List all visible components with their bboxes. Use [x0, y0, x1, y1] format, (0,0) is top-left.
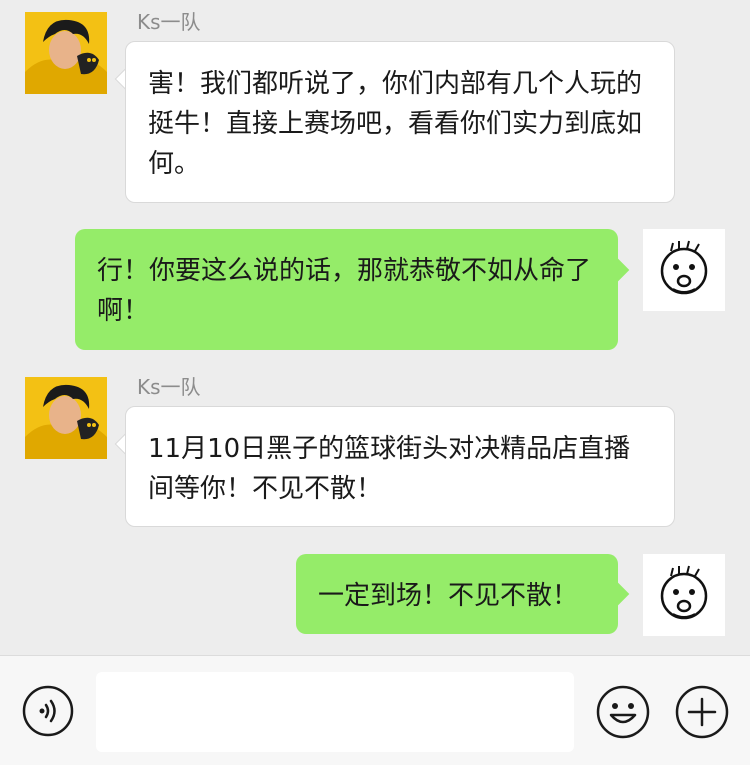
message-bubble-incoming[interactable]: 11月10日黑子的篮球街头对决精品店直播间等你！不见不散！ — [125, 406, 675, 527]
voice-icon — [22, 685, 74, 737]
anime-boy-avatar-icon — [25, 12, 107, 94]
emoji-icon — [596, 685, 650, 739]
message-input[interactable] — [96, 672, 574, 752]
emoji-button[interactable] — [596, 685, 650, 739]
message-bubble-outgoing[interactable]: 行！你要这么说的话，那就恭敬不如从命了啊！ — [75, 229, 618, 350]
my-avatar[interactable] — [643, 229, 725, 311]
anime-boy-avatar-icon — [25, 377, 107, 459]
sender-name: Ks一队 — [137, 375, 201, 399]
input-bar — [0, 655, 750, 765]
contact-avatar[interactable] — [25, 377, 107, 459]
voice-button[interactable] — [22, 685, 74, 737]
my-avatar[interactable] — [643, 554, 725, 636]
plus-icon — [675, 685, 729, 739]
chat-area: Ks一队 害！我们都听说了，你们内部有几个人玩的挺牛！直接上赛场吧，看看你们实力… — [0, 0, 750, 655]
message-bubble-outgoing[interactable]: 一定到场！不见不散！ — [296, 554, 618, 634]
message-bubble-incoming[interactable]: 害！我们都听说了，你们内部有几个人玩的挺牛！直接上赛场吧，看看你们实力到底如何。 — [125, 41, 675, 203]
more-button[interactable] — [675, 685, 729, 739]
contact-avatar[interactable] — [25, 12, 107, 94]
sender-name: Ks一队 — [137, 10, 201, 34]
doodle-face-avatar-icon — [643, 229, 725, 311]
doodle-face-avatar-icon — [643, 554, 725, 636]
